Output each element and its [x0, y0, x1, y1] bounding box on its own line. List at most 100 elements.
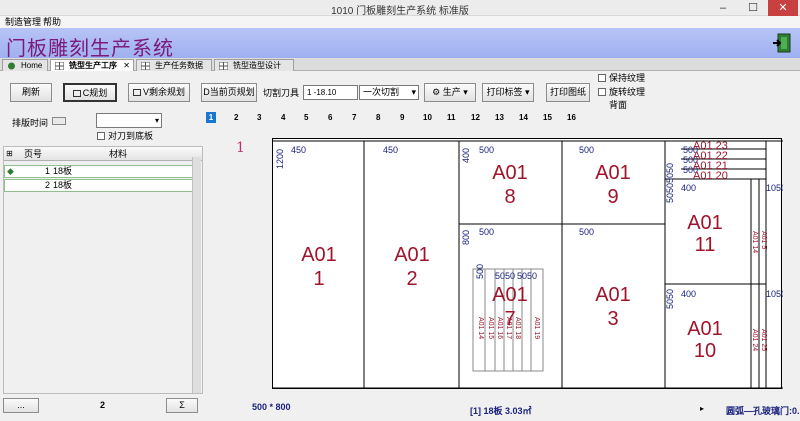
part-code: A01 [595, 284, 631, 306]
page-13[interactable]: 13 [495, 112, 504, 123]
produce-label: 生产 [442, 87, 461, 97]
dim-width: 5050 [517, 271, 537, 281]
align-bottom-checkbox[interactable]: 对刀到底板 [97, 131, 153, 142]
page-10[interactable]: 10 [423, 112, 432, 123]
print-drawing-button[interactable]: 打印图纸 [546, 83, 590, 102]
more-button[interactable]: ... [3, 398, 39, 413]
print-label-text: 打印标签 [486, 87, 523, 97]
exit-icon[interactable] [772, 32, 794, 54]
page-8[interactable]: 8 [376, 112, 380, 123]
app-banner: 门板雕刻生产系统 [0, 28, 800, 60]
plan-icon [132, 89, 141, 96]
page-14[interactable]: 14 [519, 112, 528, 123]
back-side-checkbox[interactable]: 背面 [598, 100, 627, 111]
status-bar: ... 2 Σ 500 * 800 [1] 18板 3.03㎡ ▸ 圆弧—孔玻璃… [0, 396, 800, 421]
layout-canvas[interactable]: 450 1200 450 500 400 500 500 800 500 400… [272, 138, 786, 389]
d-plan-button[interactable]: D当前页规划 [201, 83, 257, 102]
row-material: 18板 [53, 180, 73, 190]
arrow-right-icon: ▸ [700, 404, 705, 413]
row-material: 18板 [53, 166, 73, 176]
page-16[interactable]: 16 [567, 112, 576, 123]
part-size: 500 * 800 [252, 402, 291, 412]
page-11[interactable]: 11 [447, 112, 455, 123]
page-3[interactable]: 3 [257, 112, 261, 123]
part-number: 9 [607, 186, 618, 208]
part-number: 1 [313, 268, 324, 290]
page-4[interactable]: 4 [281, 112, 285, 123]
dim-width: 400 [681, 183, 696, 193]
table-menu-icon[interactable]: ⊞ [6, 147, 13, 161]
page-5[interactable]: 5 [304, 112, 308, 123]
tab-milling-design[interactable]: 铣型造型设计 [214, 59, 294, 71]
dim-width: 500 [479, 145, 494, 155]
dim-width: 450 [383, 145, 398, 155]
chevron-down-icon: ▾ [154, 116, 159, 125]
tab-close-icon[interactable]: ✕ [123, 60, 130, 71]
page-9[interactable]: 9 [400, 112, 404, 123]
menu-item-manufacture[interactable]: 制造管理 [2, 16, 44, 28]
strip-label: A01 19 [533, 317, 540, 339]
dim-width: 1050 [766, 183, 783, 193]
checkbox-box [97, 132, 105, 140]
minimize-icon[interactable]: – [708, 0, 738, 16]
header-material[interactable]: 材料 [109, 147, 127, 161]
checkbox-box [598, 88, 606, 96]
strip-label: A01 14 [477, 317, 484, 339]
tab-home-label: Home [21, 61, 43, 70]
produce-button[interactable]: ⚙ 生产 ▾ [424, 83, 476, 102]
page-2[interactable]: 2 [234, 112, 238, 123]
header-page-no[interactable]: 页号 [24, 147, 42, 161]
page-15[interactable]: 15 [543, 112, 552, 123]
part-code: A01 [301, 244, 337, 266]
part-code: A01 [492, 162, 528, 184]
dim-width: 500 [579, 227, 594, 237]
refresh-button[interactable]: 刷新 [10, 83, 52, 102]
dim-width: 400 [681, 289, 696, 299]
vertical-scrollbar[interactable] [192, 157, 201, 393]
tab-production-data[interactable]: 生产任务数据 [136, 59, 212, 71]
keep-texture-checkbox[interactable]: 保持纹理 [598, 73, 645, 84]
window-title: 1010 门板雕刻生产系统 标准版 [331, 6, 469, 17]
layout-time-slider[interactable] [52, 117, 66, 125]
part-number: 10 [694, 340, 716, 362]
part-code: A01 [394, 244, 430, 266]
rotate-texture-checkbox[interactable]: 旋转纹理 [598, 87, 645, 98]
v-plan-button[interactable]: V剩余规划 [128, 83, 190, 102]
table-row[interactable]: ◆ 1 18板 [4, 165, 194, 178]
page-7[interactable]: 7 [352, 112, 356, 123]
grid-icon [55, 62, 64, 70]
close-icon[interactable]: ✕ [768, 0, 798, 16]
cut-tool-field[interactable]: 1 -18.10 [303, 85, 358, 100]
menu-bar: 制造管理 帮助 [0, 16, 800, 28]
c-plan-button[interactable]: C规划 [63, 83, 117, 102]
part-number: 11 [695, 234, 716, 256]
sheet-list-table: ⊞ 页号 材料 ◆ 1 18板 2 18板 [3, 146, 203, 394]
gear-icon: ⚙ [432, 87, 441, 97]
tab-milling-process[interactable]: 铣型生产工序 ✕ [50, 59, 134, 71]
maximize-icon[interactable]: ☐ [738, 0, 768, 16]
print-label-button[interactable]: 打印标签 ▾ [482, 83, 534, 102]
page-1[interactable]: 1 [206, 112, 216, 123]
dim-height: 50505050 [665, 163, 675, 203]
page-6[interactable]: 6 [328, 112, 332, 123]
dim-height: 500 [475, 264, 485, 279]
grid-icon [219, 62, 228, 70]
strip-label: A01 15 [487, 317, 494, 339]
tab-strip: Home 铣型生产工序 ✕ 生产任务数据 铣型造型设计 [0, 58, 800, 71]
dim-height: 1200 [275, 149, 285, 169]
page-12[interactable]: 12 [471, 112, 480, 123]
sum-button[interactable]: Σ [166, 398, 198, 413]
cut-mode-select[interactable]: 一次切割 ▾ [359, 85, 419, 100]
title-bar: 1010 门板雕刻生产系统 标准版 – ☐ ✕ [0, 0, 800, 17]
table-row[interactable]: 2 18板 [4, 179, 194, 192]
strip-label: A01 14 [751, 231, 758, 253]
dim-height: 5050 [665, 289, 675, 309]
strip-label: A01 18 [514, 317, 521, 339]
layout-time-field[interactable]: ▾ [96, 113, 162, 128]
part-code: A01 [492, 284, 528, 306]
tab-home[interactable]: Home [2, 59, 48, 71]
back-side-label: 背面 [609, 100, 628, 110]
tab-milling-design-label: 铣型造型设计 [233, 61, 281, 70]
menu-item-help[interactable]: 帮助 [40, 16, 64, 28]
tab-milling-process-label: 铣型生产工序 [69, 61, 117, 70]
